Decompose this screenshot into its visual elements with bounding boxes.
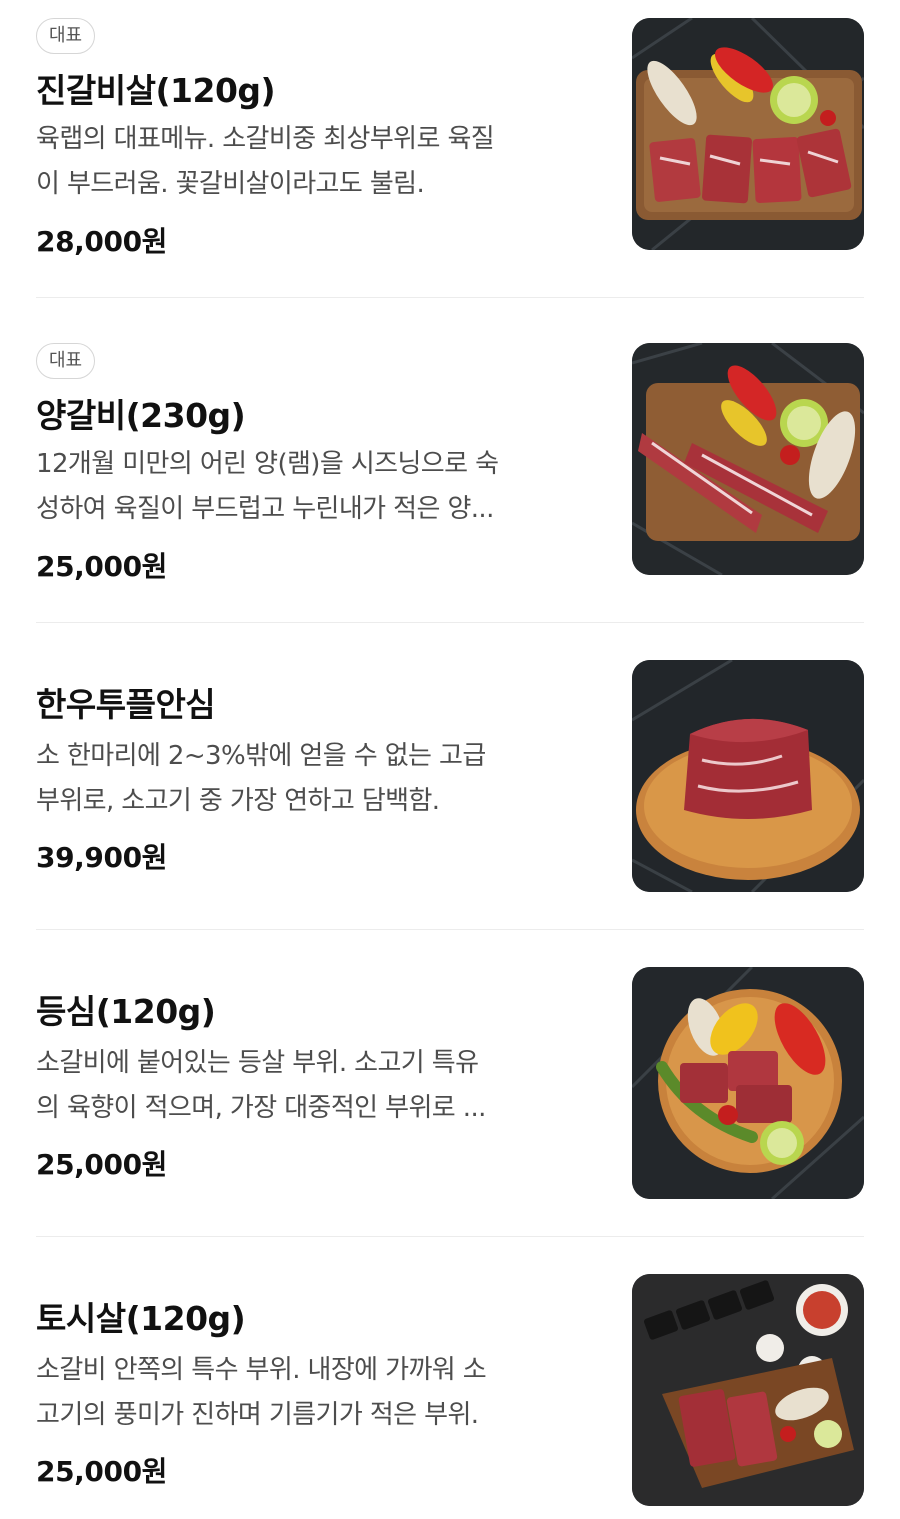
menu-item-description: 소갈비에 붙어있는 등살 부위. 소고기 특유 의 육향이 적으며, 가장 대중… — [36, 1048, 486, 1123]
menu-item-photo[interactable] — [632, 967, 864, 1199]
menu-item-description: 육랩의 대표메뉴. 소갈비중 최상부위로 육질 이 부드러움. 꽃갈비살이라고도… — [36, 124, 495, 199]
menu-item[interactable]: 대표 양갈비(230g) 12개월 미만의 어린 양(램)을 시즈닝으로 숙 성… — [36, 343, 864, 583]
signature-badge: 대표 — [36, 343, 96, 379]
menu-item-price: 25,000원 — [36, 1148, 168, 1181]
menu-item-name: 토시살(120g) — [36, 1299, 246, 1338]
signature-badge: 대표 — [36, 18, 96, 54]
divider — [36, 1236, 864, 1237]
menu-item-text: 대표 진갈비살(120g) 육랩의 대표메뉴. 소갈비중 최상부위로 육질 이 … — [36, 18, 606, 258]
menu-item-text: 등심(120g) 소갈비에 붙어있는 등살 부위. 소고기 특유 의 육향이 적… — [36, 967, 606, 1207]
menu-item-price: 25,000원 — [36, 550, 168, 583]
menu-item-photo[interactable] — [632, 660, 864, 892]
divider — [36, 622, 864, 623]
menu-item-price: 25,000원 — [36, 1455, 168, 1488]
menu-item[interactable]: 등심(120g) 소갈비에 붙어있는 등살 부위. 소고기 특유 의 육향이 적… — [36, 967, 864, 1207]
menu-item[interactable]: 대표 진갈비살(120g) 육랩의 대표메뉴. 소갈비중 최상부위로 육질 이 … — [36, 18, 864, 258]
menu-item-photo[interactable] — [632, 1274, 864, 1506]
menu-item-price: 28,000원 — [36, 225, 168, 258]
menu-item-photo[interactable] — [632, 18, 864, 250]
menu-item-photo[interactable] — [632, 343, 864, 575]
menu-item-price: 39,900원 — [36, 841, 168, 874]
menu-item-name: 진갈비살(120g) — [36, 71, 276, 110]
menu-item-description: 소갈비 안쪽의 특수 부위. 내장에 가까워 소 고기의 풍미가 진하며 기름기… — [36, 1355, 487, 1430]
menu-item-description: 12개월 미만의 어린 양(램)을 시즈닝으로 숙 성하여 육질이 부드럽고 누… — [36, 449, 499, 524]
menu-item-description: 소 한마리에 2~3%밖에 얻을 수 없는 고급 부위로, 소고기 중 가장 연… — [36, 741, 486, 816]
menu-item-name: 한우투플안심 — [36, 685, 216, 724]
menu-item[interactable]: 토시살(120g) 소갈비 안쪽의 특수 부위. 내장에 가까워 소 고기의 풍… — [36, 1274, 864, 1514]
menu-item-name: 등심(120g) — [36, 992, 216, 1031]
menu-item-text: 토시살(120g) 소갈비 안쪽의 특수 부위. 내장에 가까워 소 고기의 풍… — [36, 1274, 606, 1514]
divider — [36, 297, 864, 298]
menu-item-text: 대표 양갈비(230g) 12개월 미만의 어린 양(램)을 시즈닝으로 숙 성… — [36, 343, 606, 583]
menu-item-name: 양갈비(230g) — [36, 396, 246, 435]
menu-item-text: 한우투플안심 소 한마리에 2~3%밖에 얻을 수 없는 고급 부위로, 소고기… — [36, 660, 606, 900]
divider — [36, 929, 864, 930]
menu-item[interactable]: 한우투플안심 소 한마리에 2~3%밖에 얻을 수 없는 고급 부위로, 소고기… — [36, 660, 864, 900]
menu-list: 대표 진갈비살(120g) 육랩의 대표메뉴. 소갈비중 최상부위로 육질 이 … — [0, 0, 900, 1519]
